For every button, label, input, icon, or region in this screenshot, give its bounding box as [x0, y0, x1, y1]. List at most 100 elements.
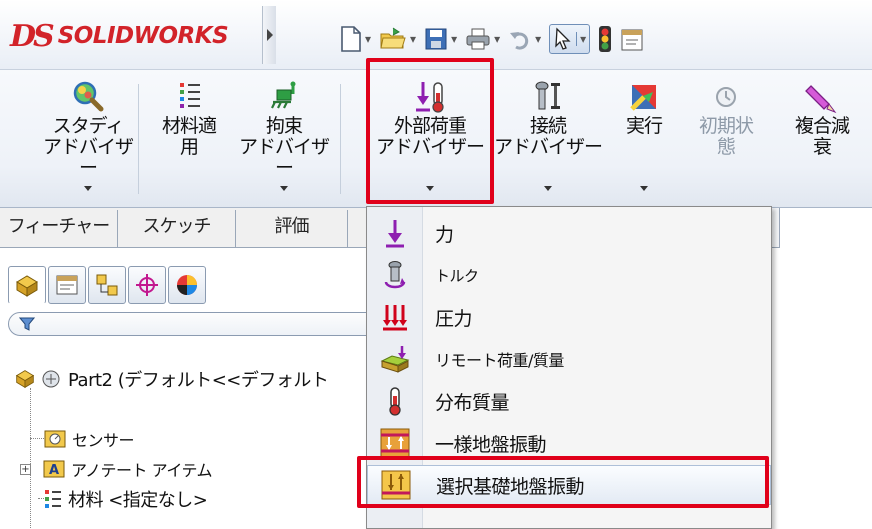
annotations-label: アノテート アイテム — [71, 461, 213, 480]
initial-conditions-label: 初期状 態 — [698, 115, 754, 158]
chevron-down-icon[interactable]: ▾ — [494, 32, 500, 46]
simulation-study-icon — [42, 370, 60, 388]
property-manager-icon — [56, 275, 78, 295]
damping-pencil-icon — [804, 80, 840, 114]
menu-expand-arrow[interactable] — [262, 6, 276, 64]
ribbon-separator — [340, 84, 341, 194]
print-button[interactable]: ▾ — [465, 24, 500, 54]
apply-material-label: 材料適 用 — [161, 115, 217, 158]
remote-load-icon — [380, 346, 410, 373]
connections-advisor-label: 接続 アドバイザー — [494, 115, 603, 158]
menu-item-force[interactable]: 力 — [367, 213, 771, 253]
apply-material-button[interactable]: 材料適 用 — [148, 74, 230, 202]
run-study-icon — [626, 80, 662, 114]
sensors-label: センサー — [72, 431, 135, 450]
tree-item-annotations[interactable]: + A アノテート アイテム — [20, 454, 213, 484]
selected-base-excitation-highlight — [357, 456, 769, 508]
configuration-icon — [96, 274, 118, 296]
initial-conditions-icon — [708, 80, 744, 114]
chevron-down-icon[interactable] — [640, 186, 648, 191]
save-icon — [425, 28, 447, 50]
study-advisor-button[interactable]: スタディ アドバイザー — [42, 74, 134, 202]
undo-button[interactable]: ▾ — [508, 24, 541, 54]
chevron-down-icon[interactable]: ▾ — [535, 32, 541, 46]
solidworks-logo[interactable]: DS SOLIDWORKS — [10, 18, 229, 54]
print-icon — [466, 28, 490, 50]
connections-bolt-icon — [530, 80, 566, 114]
menu-item-remote-load[interactable]: リモート荷重/質量 — [367, 339, 771, 379]
tree-connector — [30, 438, 44, 439]
composite-damping-button[interactable]: 複合減 衰 — [772, 74, 872, 202]
tab-evaluate[interactable]: 評価 — [236, 210, 348, 248]
distributed-mass-icon — [389, 387, 401, 416]
menu-item-label: トルク — [435, 266, 479, 285]
command-manager-tabs: フィーチャー スケッチ 評価 — [0, 208, 380, 248]
open-button[interactable]: ▾ — [379, 24, 416, 54]
chevron-down-icon[interactable]: ▾ — [576, 32, 586, 46]
chevron-down-icon[interactable]: ▾ — [410, 32, 416, 46]
new-document-button[interactable]: ▾ — [340, 24, 371, 54]
feature-manager-tabs — [8, 266, 208, 304]
menu-item-pressure[interactable]: 圧力 — [367, 297, 771, 337]
dimxpert-tab[interactable] — [128, 266, 166, 304]
menu-item-label: 一様地盤振動 — [435, 433, 547, 456]
feature-manager-panel: Part2 (デフォルト<<デフォルト センサー + A アノテート アイテム … — [0, 248, 380, 529]
filter-icon — [19, 317, 35, 331]
quick-access-toolbar: ▾ ▾ ▾ ▾ ▾ ▾ — [340, 22, 654, 56]
tab-sketch[interactable]: スケッチ — [118, 210, 236, 248]
display-manager-tab[interactable] — [168, 266, 206, 304]
fixtures-advisor-label: 拘束 アドバイザー — [238, 115, 330, 179]
ds-logo-mark: DS — [10, 18, 55, 54]
chevron-down-icon[interactable] — [544, 186, 552, 191]
part-icon — [15, 370, 35, 389]
new-document-icon — [341, 26, 361, 52]
chevron-down-icon[interactable]: ▾ — [451, 32, 457, 46]
property-manager-tab[interactable] — [48, 266, 86, 304]
feature-manager-tab[interactable] — [8, 266, 46, 304]
run-button[interactable]: 実行 — [608, 74, 680, 202]
solidworks-wordmark: SOLIDWORKS — [57, 23, 229, 49]
menu-item-label: 力 — [435, 223, 454, 246]
crosshair-icon — [136, 274, 158, 296]
save-button[interactable]: ▾ — [424, 24, 457, 54]
run-label: 実行 — [625, 115, 663, 137]
select-button[interactable]: ▾ — [549, 24, 591, 54]
tree-item-sensors[interactable]: センサー — [44, 424, 135, 454]
fixture-icon — [266, 80, 302, 114]
menu-item-label: リモート荷重/質量 — [435, 351, 564, 370]
magnifier-icon — [70, 80, 106, 114]
force-arrow-icon — [386, 220, 404, 248]
traffic-light-icon — [599, 26, 612, 52]
expand-plus-icon[interactable]: + — [20, 463, 31, 475]
menu-item-distributed-mass[interactable]: 分布質量 — [367, 381, 771, 421]
torque-icon — [384, 261, 406, 289]
chevron-down-icon[interactable] — [84, 186, 92, 191]
folder-open-icon — [380, 27, 406, 49]
undo-icon — [510, 32, 529, 50]
rebuild-button[interactable] — [598, 24, 612, 54]
menu-item-torque[interactable]: トルク — [367, 255, 771, 295]
tree-item-part[interactable]: Part2 (デフォルト<<デフォルト — [14, 364, 329, 394]
menu-item-label: 圧力 — [435, 307, 473, 330]
chevron-down-icon[interactable] — [280, 186, 288, 191]
sensor-icon — [44, 430, 66, 448]
initial-conditions-button[interactable]: 初期状 態 — [686, 74, 766, 202]
uniform-base-excitation-icon — [380, 428, 410, 458]
material-list-icon — [171, 80, 207, 114]
material-label: 材料 <指定なし> — [68, 490, 208, 511]
tree-item-material[interactable]: 材料 <指定なし> — [44, 484, 208, 514]
svg-text:A: A — [49, 463, 59, 478]
external-loads-highlight — [366, 58, 494, 204]
connections-advisor-button[interactable]: 接続 アドバイザー — [494, 74, 603, 202]
annotation-icon: A — [43, 460, 65, 478]
file-properties-button[interactable] — [620, 24, 646, 54]
part-name: Part2 (デフォルト<<デフォルト — [68, 370, 329, 391]
fixtures-advisor-button[interactable]: 拘束 アドバイザー — [232, 74, 336, 202]
feature-tree-filter[interactable] — [8, 312, 380, 336]
chevron-down-icon[interactable]: ▾ — [365, 32, 371, 46]
configuration-manager-tab[interactable] — [88, 266, 126, 304]
feature-tree-icon — [16, 275, 38, 297]
tab-features[interactable]: フィーチャー — [0, 210, 118, 248]
pressure-icon — [383, 305, 407, 331]
composite-damping-label: 複合減 衰 — [794, 115, 850, 158]
